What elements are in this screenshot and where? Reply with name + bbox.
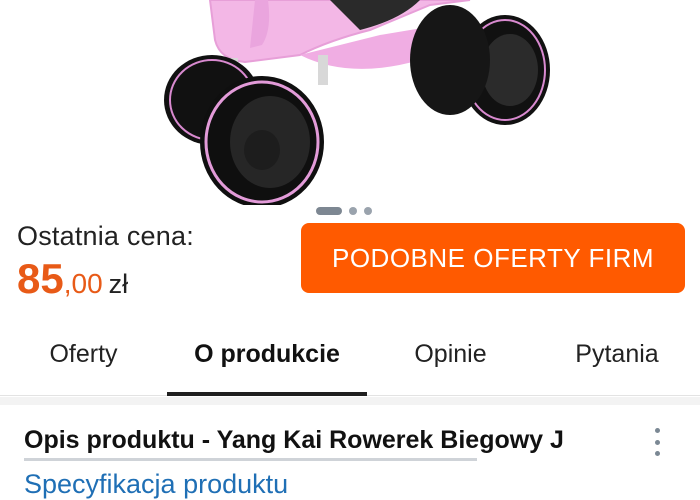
- tab-about-product[interactable]: O produkcie: [167, 312, 367, 396]
- price-integer: 85: [17, 255, 64, 302]
- price-decimal: ,00: [63, 268, 103, 299]
- carousel-dot-active[interactable]: [316, 207, 342, 215]
- price-block: Ostatnia cena: 85,00 zł: [17, 221, 194, 300]
- price-label: Ostatnia cena:: [17, 221, 194, 251]
- product-image[interactable]: [0, 0, 700, 205]
- carousel-dot[interactable]: [364, 207, 372, 215]
- description-title-underline: [24, 458, 477, 461]
- price-value: 85,00 zł: [17, 258, 194, 300]
- description-title: Opis produktu - Yang Kai Rowerek Biegowy…: [24, 426, 564, 454]
- image-carousel-indicator: [316, 207, 372, 215]
- balance-bike-illustration: [164, 0, 550, 205]
- product-tabs: Oferty O produkcie Opinie Pytania: [0, 312, 700, 396]
- carousel-dot[interactable]: [349, 207, 357, 215]
- specification-link[interactable]: Specyfikacja produktu: [24, 469, 288, 500]
- price-currency: zł: [108, 269, 129, 299]
- tab-reviews[interactable]: Opinie: [367, 312, 534, 396]
- tab-offers[interactable]: Oferty: [0, 312, 167, 396]
- more-vertical-icon[interactable]: [650, 428, 664, 456]
- section-divider: [0, 397, 700, 405]
- similar-offers-button[interactable]: PODOBNE OFERTY FIRM: [301, 223, 685, 293]
- tab-questions[interactable]: Pytania: [534, 312, 700, 396]
- active-tab-indicator: [167, 392, 367, 396]
